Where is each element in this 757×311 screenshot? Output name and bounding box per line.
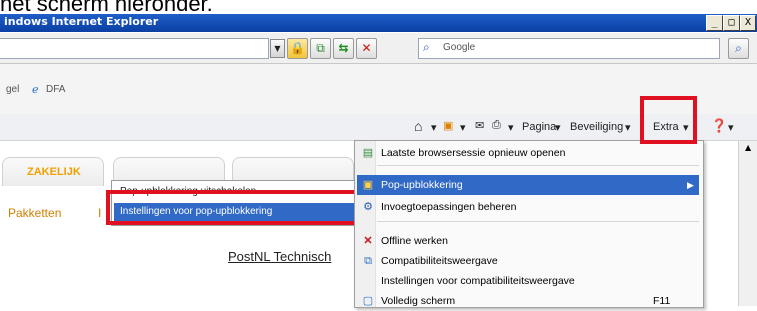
page-dropdown-icon: ▾ (555, 122, 561, 134)
menu-item-manage-addons[interactable]: ⚙ Invoegtoepassingen beheren (357, 197, 699, 217)
highlight-tools-menu (640, 96, 697, 144)
search-engine-icon: ⌕ (423, 40, 430, 54)
home-icon[interactable]: ⌂ (414, 118, 422, 134)
menu-item-full-screen[interactable]: ▢ Volledig scherm F11 (357, 291, 699, 311)
tab-business-label: ZAKELIJK (27, 166, 81, 178)
address-field[interactable] (0, 38, 269, 59)
menu-item-compatibility-view[interactable]: ⧉ Compatibiliteitsweergave (357, 251, 699, 271)
pakketten-link[interactable]: Pakketten (8, 206, 61, 220)
stop-icon[interactable]: ✕ (356, 38, 377, 59)
menu-item-reopen-session[interactable]: ▤ Laatste browsersessie opnieuw openen (357, 143, 699, 163)
menu-item-work-offline[interactable]: ✕ Offline werken (357, 231, 699, 251)
postnl-technisch-link[interactable]: PostNL Technisch (228, 249, 331, 264)
help-dropdown-icon[interactable]: ▾ (728, 121, 734, 134)
ie-page-icon: ℯ (32, 83, 39, 96)
popup-blocker-icon: ▣ (362, 179, 374, 191)
favorite-item-2[interactable]: DFA (46, 84, 65, 95)
address-dropdown-button[interactable]: ▼ (270, 39, 285, 58)
highlight-popup-settings (106, 190, 359, 225)
work-offline-icon: ✕ (363, 235, 373, 247)
refresh-icon[interactable]: ⇆ (333, 38, 354, 59)
tools-dropdown-menu: ▤ Laatste browsersessie opnieuw openen ▣… (354, 140, 704, 308)
page-menu[interactable]: Pagina (522, 121, 556, 133)
safety-menu[interactable]: Beveiliging (570, 121, 623, 133)
page-scrollbar[interactable]: ▲ (738, 141, 757, 306)
reopen-session-icon: ▤ (362, 147, 374, 159)
home-dropdown-icon[interactable]: ▾ (431, 121, 437, 134)
menu-separator (377, 221, 699, 222)
print-icon[interactable]: ⎙ (492, 119, 501, 132)
nav-partial-item[interactable]: I (98, 206, 101, 220)
help-icon[interactable]: ❓ (711, 118, 727, 134)
safety-dropdown-icon: ▾ (625, 122, 631, 134)
lock-icon[interactable]: 🔒 (287, 38, 308, 59)
search-field[interactable]: ⌕ Google (418, 38, 720, 59)
title-bar: indows Internet Explorer _ □ X (0, 14, 757, 32)
full-screen-shortcut: F11 (653, 295, 671, 307)
menu-separator (377, 165, 699, 166)
minimize-button[interactable]: _ (706, 15, 723, 31)
favorite-item-1[interactable]: gel (6, 84, 19, 95)
search-icon[interactable]: ⌕ (728, 38, 749, 59)
mail-icon[interactable]: ✉ (475, 119, 484, 132)
address-toolbar: ▼ 🔒 ⧉ ⇆ ✕ ⌕ Google ⌕ (0, 33, 757, 64)
menu-item-compatibility-settings[interactable]: Instellingen voor compatibiliteitsweerga… (357, 271, 699, 291)
feeds-dropdown-icon[interactable]: ▾ (460, 121, 466, 134)
window-title: indows Internet Explorer (4, 15, 159, 28)
compatibility-icon[interactable]: ⧉ (310, 38, 331, 59)
submenu-arrow-icon: ▶ (687, 180, 694, 190)
maximize-button[interactable]: □ (723, 15, 740, 31)
close-button[interactable]: X (740, 15, 756, 31)
scroll-up-arrow-icon[interactable]: ▲ (745, 143, 751, 152)
feeds-icon[interactable]: ▣ (443, 119, 453, 132)
print-dropdown-icon[interactable]: ▾ (508, 121, 514, 134)
menu-item-popup-blocker[interactable]: ▣ Pop-upblokkering ▶ (357, 175, 699, 195)
search-placeholder: Google (443, 42, 476, 53)
compatibility-view-icon: ⧉ (364, 255, 372, 267)
addons-icon: ⚙ (363, 201, 373, 213)
